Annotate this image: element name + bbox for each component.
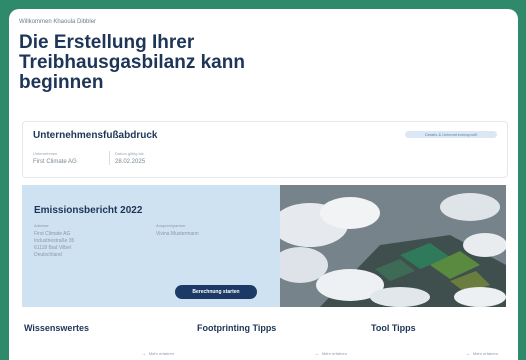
aerial-landscape-image: [280, 185, 506, 307]
company-profile-button[interactable]: Details & Unternehmensprofil: [405, 131, 497, 138]
start-calculation-button[interactable]: Berechnung starten: [175, 285, 257, 299]
arrow-right-icon: →: [313, 351, 319, 357]
emission-report-panel: Emissionsbericht 2022 Adresse First Clim…: [22, 185, 280, 307]
tip-link-label: Mehr erfahren: [148, 351, 174, 356]
tip-link-label: Mehr erfahren: [321, 351, 347, 356]
company-label: Unternehmen: [33, 151, 58, 156]
company-footprint-card: Unternehmensfußabdruck Details & Unterne…: [22, 121, 508, 178]
tip-link[interactable]: → Mehr erfahren: [465, 351, 498, 357]
aerial-landscape-illustration: [280, 185, 506, 307]
tip-link[interactable]: → Mehr erfahren: [141, 351, 174, 357]
page-title: Die Erstellung Ihrer Treibhausgasbilanz …: [19, 32, 245, 93]
address-line-3: 61118 Bad Vilbel: [34, 245, 71, 251]
address-line-4: Deutschland: [34, 252, 62, 258]
date-info: Datum gültig bis 28.02.2025: [109, 151, 145, 165]
tip-title: Footprinting Tipps: [197, 323, 277, 333]
emission-report-title: Emissionsbericht 2022: [34, 205, 143, 216]
tip-link[interactable]: → Mehr erfahren: [314, 351, 347, 357]
tip-card-tool[interactable]: Tool Tipps → Mehr erfahren: [369, 314, 506, 360]
tips-row: Wissenswertes → Mehr erfahren Footprintin…: [22, 314, 506, 360]
contact-value: Vivina Mustermann: [156, 231, 199, 237]
welcome-text: Willkommen Khaoula Dibbler: [19, 19, 97, 25]
tip-card-knowledge[interactable]: Wissenswertes → Mehr erfahren: [22, 314, 182, 360]
date-label: Datum gültig bis: [115, 151, 144, 156]
tip-card-footprinting[interactable]: Footprinting Tipps → Mehr erfahren: [195, 314, 355, 360]
company-footprint-title: Unternehmensfußabdruck: [33, 130, 158, 141]
date-value: 28.02.2025: [115, 159, 146, 165]
company-info: Unternehmen First Climate AG: [33, 151, 77, 165]
tip-title: Wissenswertes: [24, 323, 89, 333]
dashboard-card: Willkommen Khaoula Dibbler Die Erstellun…: [9, 9, 518, 360]
tip-title: Tool Tipps: [371, 323, 416, 333]
address-label: Adresse: [34, 223, 49, 228]
address-line-2: Industriestraße 35: [34, 238, 75, 244]
arrow-right-icon: →: [140, 351, 146, 357]
address-line-1: First Climate AG: [34, 231, 71, 237]
contact-label: Ansprechpartner: [156, 223, 186, 228]
company-value: First Climate AG: [33, 159, 77, 165]
tip-link-label: Mehr erfahren: [472, 351, 498, 356]
arrow-right-icon: →: [464, 351, 470, 357]
